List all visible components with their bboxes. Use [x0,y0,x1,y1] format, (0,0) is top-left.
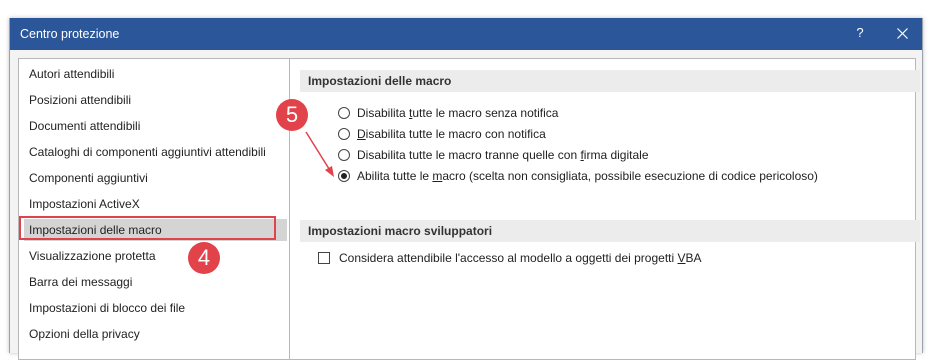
sidebar-item-trusted-documents[interactable]: Documenti attendibili [24,115,287,137]
radio-disable-all-no-notification[interactable]: Disabilita tutte le macro senza notifica [338,104,558,122]
sidebar-item-protected-view[interactable]: Visualizzazione protetta [24,245,287,267]
radio-enable-all-macros[interactable]: Abilita tutte le macro (scelta non consi… [338,167,818,185]
radio-button[interactable] [338,127,350,140]
sidebar-item-trusted-publishers[interactable]: Autori attendibili [24,63,287,85]
sidebar-item-trusted-locations[interactable]: Posizioni attendibili [24,89,287,111]
category-list: Autori attendibili Posizioni attendibili… [18,58,291,360]
developer-macro-settings-header: Impostazioni macro sviluppatori [300,220,920,242]
sidebar-item-activex-settings[interactable]: Impostazioni ActiveX [24,193,287,215]
checkbox[interactable] [318,251,330,264]
radio-button[interactable] [338,106,350,119]
sidebar-item-privacy-options[interactable]: Opzioni della privacy [24,323,287,345]
close-button[interactable] [892,23,912,45]
settings-panel: Impostazioni delle macro Disabilita tutt… [289,58,920,360]
radio-disable-except-signed[interactable]: Disabilita tutte le macro tranne quelle … [338,146,649,164]
help-button[interactable]: ? [852,25,868,43]
sidebar-item-addins[interactable]: Componenti aggiuntivi [24,167,287,189]
radio-disable-all-with-notification[interactable]: Disabilita tutte le macro con notifica [338,125,546,143]
dialog-title: Centro protezione [20,27,120,41]
radio-button[interactable] [338,148,350,161]
trust-center-dialog: Centro protezione ? Autori attendibili P… [9,18,923,360]
checkbox-trust-vba-object-model[interactable]: Considera attendibile l'accesso al model… [318,249,702,267]
step-5-badge: 5 [276,99,308,131]
sidebar-item-file-block-settings[interactable]: Impostazioni di blocco dei file [24,297,287,319]
macro-settings-header: Impostazioni delle macro [300,70,920,92]
sidebar-item-macro-settings[interactable]: Impostazioni delle macro [24,219,287,241]
sidebar-item-trusted-addin-catalogs[interactable]: Cataloghi di componenti aggiuntivi atten… [24,141,287,163]
sidebar-item-message-bar[interactable]: Barra dei messaggi [24,271,287,293]
title-bar: Centro protezione ? [10,18,922,50]
radio-button-selected[interactable] [338,169,350,182]
close-icon [896,28,908,39]
step-4-badge: 4 [188,242,220,274]
